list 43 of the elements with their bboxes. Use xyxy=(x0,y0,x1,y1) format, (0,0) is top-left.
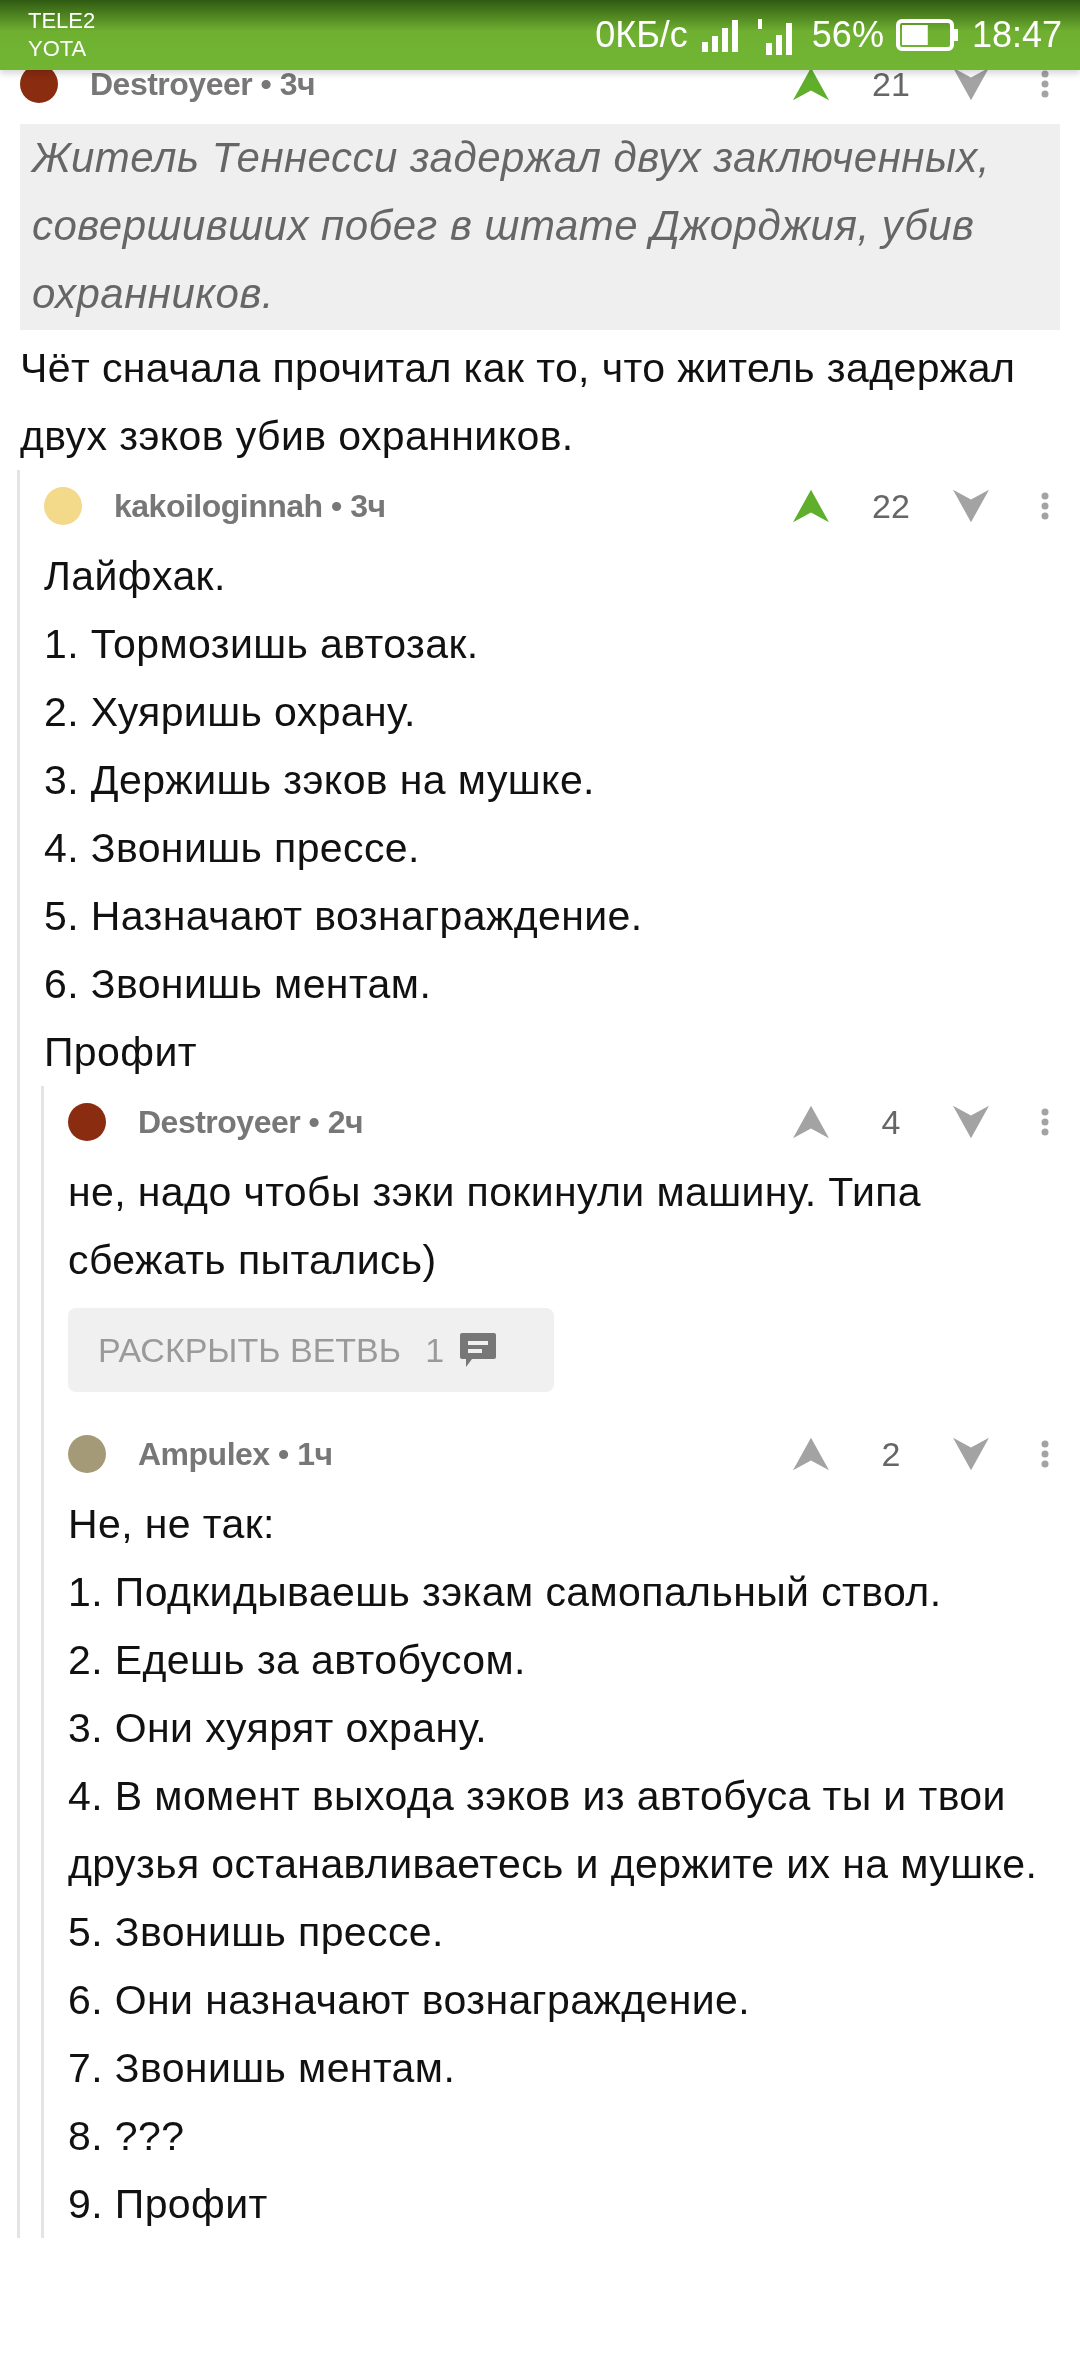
downvote-icon[interactable] xyxy=(951,488,991,524)
comment-text: Не, не так: xyxy=(68,1500,276,1549)
comment-author[interactable]: Ampulex • 1ч xyxy=(138,1435,333,1473)
comment-text: 1. Подкидываешь зэкам самопальный ствол. xyxy=(68,1568,943,1617)
carrier-name: TELE2 xyxy=(28,7,96,35)
comment-text: 6. Они назначают вознаграждение. xyxy=(68,1976,752,2025)
comment-author[interactable]: Destroyeer • 3ч xyxy=(90,65,316,103)
comment-text: 5. Звонишь прессе. xyxy=(68,1908,445,1957)
battery-percent: 56% xyxy=(811,14,884,56)
comment-text: 1. Тормозишь автозак. xyxy=(44,620,480,669)
comment-score: 22 xyxy=(871,486,911,526)
upvote-icon[interactable] xyxy=(791,488,831,524)
upvote-icon[interactable] xyxy=(791,1436,831,1472)
downvote-icon[interactable] xyxy=(951,1436,991,1472)
comment-icon xyxy=(458,1331,499,1369)
battery-icon xyxy=(895,19,960,51)
comment-text: Чёт сначала прочитал как то, что житель задержал двух зэков убив охранников. xyxy=(20,344,1017,461)
comment-text: не, надо чтобы зэки покинули машину. Типа сбежать пытались) xyxy=(68,1168,923,1285)
comment-text: 3. Держишь зэков на мушке. xyxy=(44,756,596,805)
upvote-icon[interactable] xyxy=(791,1104,831,1140)
expand-branch-button[interactable]: РАСКРЫТЬ ВЕТВЬ 1 xyxy=(68,1308,554,1392)
comment-text: 3. Они хуярят охрану. xyxy=(68,1704,489,1753)
comment-text: 9. Профит xyxy=(68,2180,269,2229)
comment-text: 2. Хуяришь охрану. xyxy=(44,688,417,737)
comment-text: 7. Звонишь ментам. xyxy=(68,2044,457,2093)
carrier-name: YOTA xyxy=(28,35,88,63)
comment-score: 21 xyxy=(871,64,911,104)
comment-text: 2. Едешь за автобусом. xyxy=(68,1636,527,1685)
comment-text: Профит xyxy=(44,1028,198,1077)
comment-text: 4. В момент выхода зэков из автобуса ты и твои друзья останавливаетесь и держите их на мушке. xyxy=(68,1772,1039,1889)
comment-score: 2 xyxy=(880,1434,902,1474)
comment-score: 4 xyxy=(880,1102,902,1142)
downvote-icon[interactable] xyxy=(951,1104,991,1140)
comment-text: 5. Назначают вознаграждение. xyxy=(44,892,644,941)
network-speed: 0КБ/с xyxy=(595,14,688,56)
comment-text: 6. Звонишь ментам. xyxy=(44,960,433,1009)
comment-author[interactable]: Destroyeer • 2ч xyxy=(138,1103,364,1141)
clock: 18:47 xyxy=(971,14,1062,56)
comment-author[interactable]: kakoiloginnah • 3ч xyxy=(114,487,386,525)
comment-text: 8. ??? xyxy=(68,2112,186,2161)
comment-text: 4. Звонишь прессе. xyxy=(44,824,421,873)
quote-block: Житель Теннесси задержал двух заключенных, совершивших побег в штате Джорджия, убив охранников. xyxy=(20,124,1060,330)
comment-text: Лайфхак. xyxy=(44,552,227,601)
